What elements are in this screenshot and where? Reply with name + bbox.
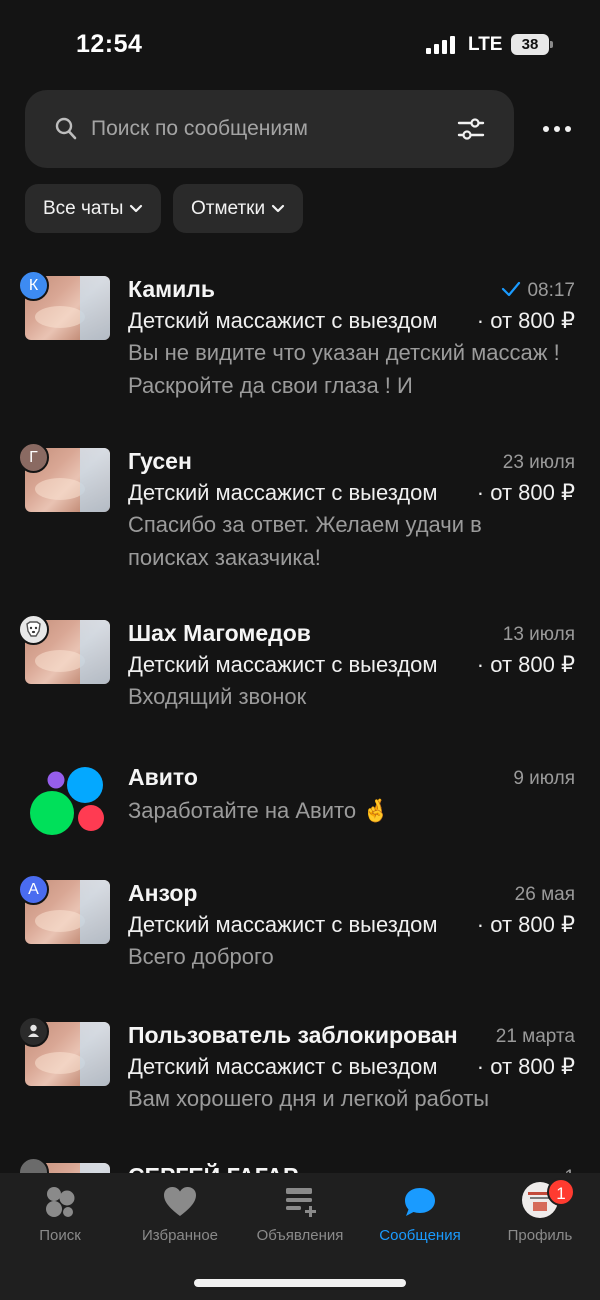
read-check-icon (502, 281, 521, 297)
chip-label: Все чаты (43, 198, 124, 219)
heart-icon (164, 1187, 196, 1216)
chat-ad-price: · от 800 ₽ (476, 652, 575, 677)
filter-chip-marks[interactable]: Отметки (173, 184, 304, 233)
chat-ad-title: Детский массажист с выездом (128, 308, 438, 333)
chat-last-message: Спасибо за ответ. Желаем удачи в поисках… (128, 512, 482, 570)
chat-item[interactable]: Пользователь заблокирован 21 марта Детск… (0, 1014, 600, 1124)
chat-ad-title: Детский массажист с выездом (128, 1054, 438, 1079)
user-avatar-badge (18, 1157, 49, 1173)
chat-last-message: Всего доброго (128, 944, 274, 969)
tab-ads[interactable]: Объявления (240, 1173, 360, 1253)
tab-label: Профиль (507, 1227, 573, 1244)
tab-label: Поиск (39, 1227, 81, 1244)
battery-tip (550, 41, 553, 48)
chat-name: Камиль (128, 276, 216, 302)
chat-item[interactable]: А Анзор 26 мая Детский массажист с выезд… (0, 872, 600, 982)
battery-icon: 38 (511, 34, 549, 55)
tab-label: Избранное (141, 1227, 219, 1244)
chat-date: 9 июля (513, 768, 575, 789)
tab-label: Объявления (256, 1227, 344, 1244)
filter-chip-all-chats[interactable]: Все чаты (25, 184, 162, 233)
chat-name: Шах Магомедов (128, 620, 311, 646)
status-bar: 12:54 LTE 38 (0, 0, 600, 90)
user-avatar-badge: Г (18, 442, 49, 473)
tab-messages[interactable]: Сообщения (360, 1173, 480, 1253)
notification-badge: 1 (547, 1178, 575, 1206)
chat-last-message: Входящий звонок (128, 684, 307, 709)
tab-favorites[interactable]: Избранное (120, 1173, 240, 1253)
chat-bubble-icon (405, 1188, 435, 1216)
chat-name: СЕРГЕЙ ГАГАР (128, 1163, 298, 1173)
chat-time: 08:17 (501, 280, 575, 302)
dog-avatar-icon (18, 614, 49, 645)
search-bar[interactable] (25, 90, 514, 168)
chat-name: Авито (128, 764, 198, 790)
chevron-down-icon (272, 204, 285, 212)
search-bubbles-icon (46, 1187, 75, 1217)
chevron-down-icon (130, 204, 143, 212)
person-icon (18, 1016, 49, 1047)
tab-profile[interactable]: 1 Профиль (480, 1173, 600, 1253)
chat-date: 26 мая (514, 884, 575, 905)
chat-item[interactable]: К Камиль 08:17 Детский массажист с выезд… (0, 268, 600, 418)
chat-name: Пользователь заблокирован (128, 1022, 458, 1048)
chat-date: 23 июля (502, 452, 575, 473)
chat-ad-price: · от 800 ₽ (476, 1054, 575, 1079)
chat-ad-price: · от 800 ₽ (476, 480, 575, 505)
chat-item[interactable]: Шах Магомедов 13 июля Детский массажист … (0, 612, 600, 722)
chat-name: Гусен (128, 448, 192, 474)
chat-last-message: Вы не видите что указан детский массаж !… (128, 340, 560, 398)
search-icon (55, 117, 77, 140)
filter-sliders-icon[interactable] (457, 117, 485, 141)
search-input[interactable] (91, 90, 441, 168)
chat-item[interactable]: Г Гусен 23 июля Детский массажист с выез… (0, 440, 600, 590)
ads-list-icon (286, 1188, 316, 1217)
chat-last-message: Вам хорошего дня и легкой работы (128, 1086, 490, 1111)
chat-date: 13 июля (502, 624, 575, 645)
network-type: LTE (468, 34, 503, 55)
chat-item[interactable]: СЕРГЕЙ ГАГАР 1 (0, 1155, 600, 1173)
user-avatar-badge: А (18, 874, 49, 905)
chat-item[interactable]: Авито 9 июля Заработайте на Авито 🤞 (0, 752, 600, 842)
status-time: 12:54 (76, 30, 143, 58)
avito-logo (28, 760, 108, 836)
chat-ad-price: · от 800 ₽ (476, 912, 575, 937)
tab-label: Сообщения (379, 1227, 461, 1244)
more-options-icon[interactable] (540, 118, 574, 140)
chat-time-text: 08:17 (527, 280, 575, 301)
chat-ad-title: Детский массажист с выездом (128, 912, 438, 937)
chat-last-message: Заработайте на Авито 🤞 (128, 798, 390, 823)
user-avatar-badge: К (18, 270, 49, 301)
signal-icon (426, 36, 458, 54)
home-indicator (194, 1279, 406, 1287)
chat-ad-price: · от 800 ₽ (476, 308, 575, 333)
tab-search[interactable]: Поиск (0, 1173, 120, 1253)
chat-name: Анзор (128, 880, 198, 906)
chat-ad-title: Детский массажист с выездом (128, 480, 438, 505)
chat-ad-title: Детский массажист с выездом (128, 652, 438, 677)
chat-date: 21 марта (495, 1026, 575, 1047)
chip-label: Отметки (191, 198, 266, 219)
